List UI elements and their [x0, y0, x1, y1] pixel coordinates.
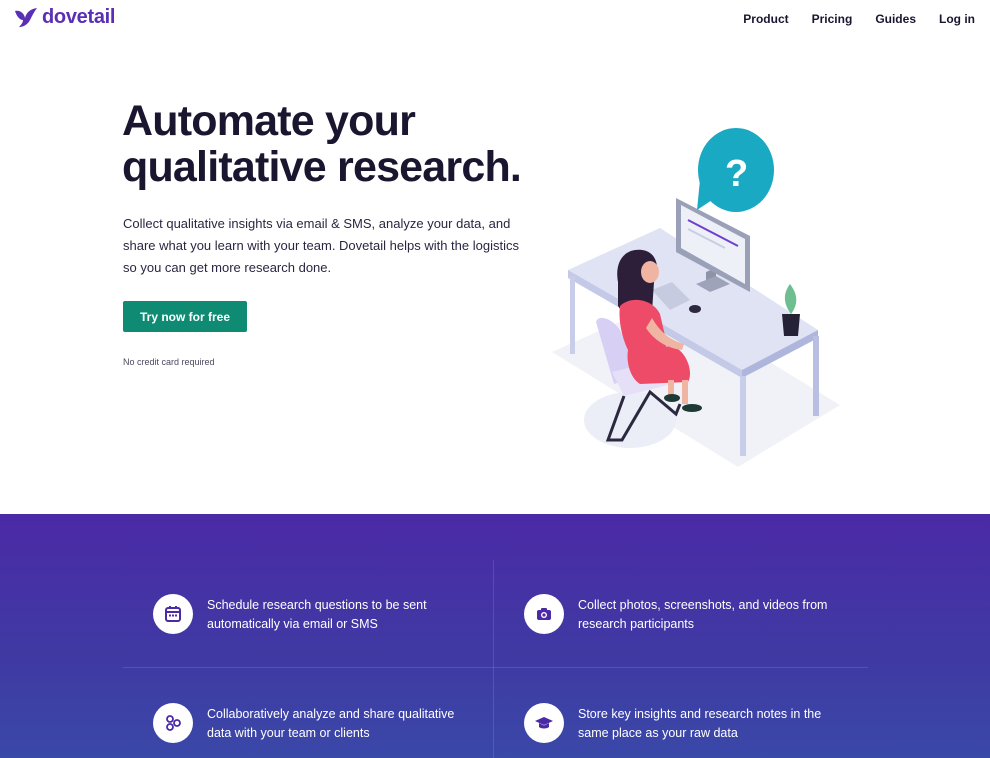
- question-mark: ?: [725, 153, 748, 195]
- feature-icon-circle: [524, 703, 564, 743]
- desk-leg: [740, 376, 746, 456]
- researcher-at-desk-illustration: ?: [552, 128, 840, 467]
- woman-leg: [682, 380, 688, 404]
- vertical-divider: [493, 560, 494, 758]
- desk-leg: [813, 336, 819, 416]
- plant-pot: [782, 314, 800, 336]
- feature-schedule: Schedule research questions to be sent a…: [153, 594, 462, 634]
- calendar-icon: [165, 606, 181, 622]
- hero-title-line-2: qualitative research.: [122, 143, 522, 191]
- desk-leg: [570, 276, 575, 354]
- nav-product[interactable]: Product: [743, 12, 788, 26]
- feature-icon-circle: [153, 594, 193, 634]
- nav-guides[interactable]: Guides: [875, 12, 916, 26]
- nav-links: Product Pricing Guides Log in: [743, 12, 975, 26]
- horizontal-divider: [123, 667, 868, 668]
- woman-skirt: [627, 346, 691, 384]
- feature-store-insights: Store key insights and research notes in…: [524, 703, 833, 743]
- woman-shoe: [682, 404, 702, 412]
- camera-icon: [537, 608, 551, 620]
- woman-face: [641, 261, 659, 283]
- feature-collaborate: Collaboratively analyze and share qualit…: [153, 703, 462, 743]
- hero-description: Collect qualitative insights via email &…: [123, 216, 519, 275]
- share-nodes-icon: [166, 715, 181, 731]
- try-free-button[interactable]: Try now for free: [123, 301, 247, 332]
- nav-pricing[interactable]: Pricing: [812, 12, 853, 26]
- no-credit-card-note: No credit card required: [123, 357, 215, 367]
- feature-collect-media: Collect photos, screenshots, and videos …: [524, 594, 833, 634]
- feature-text: Collaboratively analyze and share qualit…: [207, 707, 455, 740]
- top-nav: dovetail Product Pricing Guides Log in: [0, 0, 990, 40]
- logo-text: dovetail: [42, 6, 116, 28]
- nav-login[interactable]: Log in: [939, 12, 975, 26]
- dove-logo-icon: [15, 7, 37, 27]
- features-section: Schedule research questions to be sent a…: [0, 514, 990, 758]
- feature-icon-circle: [153, 703, 193, 743]
- feature-text: Schedule research questions to be sent a…: [207, 598, 427, 631]
- feature-text: Store key insights and research notes in…: [578, 707, 822, 740]
- woman-shoe: [664, 394, 680, 402]
- graduation-cap-icon: [535, 717, 553, 729]
- feature-icon-circle: [524, 594, 564, 634]
- plant: [784, 284, 797, 314]
- hero-title: Automate your qualitative research.: [122, 98, 582, 190]
- feature-text: Collect photos, screenshots, and videos …: [578, 598, 828, 631]
- mouse: [689, 305, 701, 313]
- hero-title-line-1: Automate your: [122, 97, 416, 145]
- logo[interactable]: dovetail: [14, 6, 115, 29]
